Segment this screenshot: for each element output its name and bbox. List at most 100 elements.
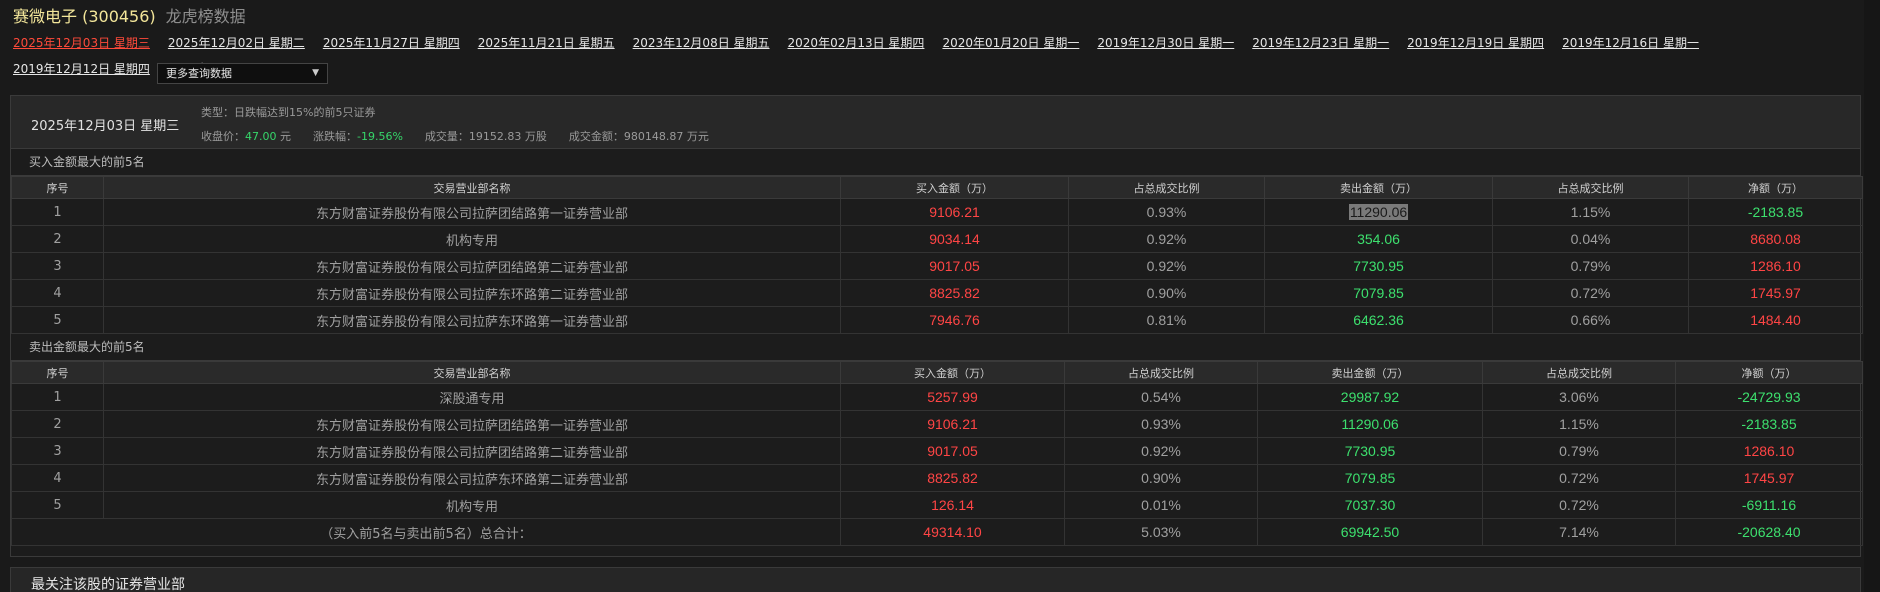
trade-info-header: 2025年12月03日 星期三 类型：日跌幅达到15%的前5只证券 收盘价：47… xyxy=(11,96,1860,149)
column-header: 占总成交比例 xyxy=(1064,361,1258,384)
table-cell: 7079.85 xyxy=(1264,279,1493,307)
attention-section: 最关注该股的证券营业部 xyxy=(10,567,1861,592)
column-header: 买入金额（万） xyxy=(840,361,1065,384)
table-cell: 0.92% xyxy=(1068,225,1265,253)
amount: 成交金额：980148.87 万元 xyxy=(568,130,709,143)
table-cell: 8825.82 xyxy=(840,279,1069,307)
scrollbar[interactable] xyxy=(1864,0,1880,592)
table-cell: 0.72% xyxy=(1482,464,1676,492)
info-type: 类型：日跌幅达到15%的前5只证券 xyxy=(201,106,376,119)
table-cell: 东方财富证券股份有限公司拉萨东环路第二证券营业部 xyxy=(103,279,841,307)
column-header: 净额（万） xyxy=(1688,176,1863,199)
close-price: 收盘价：47.00 元 xyxy=(201,130,291,143)
date-link[interactable]: 2025年11月21日 星期五 xyxy=(478,36,615,50)
table-cell: 1.15% xyxy=(1482,410,1676,438)
table-cell: 11290.06 xyxy=(1257,410,1483,438)
table-cell: 8825.82 xyxy=(840,464,1065,492)
column-header: 交易营业部名称 xyxy=(103,176,841,199)
column-header: 交易营业部名称 xyxy=(103,361,841,384)
volume: 成交量：19152.83 万股 xyxy=(424,130,547,143)
table-cell: 0.72% xyxy=(1492,279,1689,307)
table-cell: 0.92% xyxy=(1064,437,1258,465)
table-cell: 9034.14 xyxy=(840,225,1069,253)
table-cell: 0.72% xyxy=(1482,491,1676,519)
table-cell: -20628.40 xyxy=(1675,518,1863,546)
buy-table: 序号 交易营业部名称 买入金额（万） 占总成交比例 卖出金额（万） 占总成交比例 净额（万）… xyxy=(11,176,1863,334)
more-query-select[interactable]: 更多查询数据 ▼ xyxy=(157,63,328,84)
table-cell: 0.92% xyxy=(1068,252,1265,280)
table-cell: 5 xyxy=(11,306,104,334)
column-header: 占总成交比例 xyxy=(1068,176,1265,199)
table-cell: 5 xyxy=(11,491,104,519)
date-link[interactable]: 2020年01月20日 星期一 xyxy=(942,36,1079,50)
date-link[interactable]: 2019年12月30日 星期一 xyxy=(1097,36,1234,50)
table-cell: 7730.95 xyxy=(1257,437,1483,465)
table-cell: 1745.97 xyxy=(1688,279,1863,307)
table-cell: 东方财富证券股份有限公司拉萨团结路第一证券营业部 xyxy=(103,410,841,438)
date-link[interactable]: 2019年12月23日 星期一 xyxy=(1252,36,1389,50)
table-cell: 29987.92 xyxy=(1257,383,1483,411)
table-cell: 126.14 xyxy=(840,491,1065,519)
table-cell: 1.15% xyxy=(1492,198,1689,226)
table-cell: 5.03% xyxy=(1064,518,1258,546)
chevron-down-icon: ▼ xyxy=(312,68,319,78)
table-cell: 9017.05 xyxy=(840,252,1069,280)
table-cell: 0.54% xyxy=(1064,383,1258,411)
table-cell: 7.14% xyxy=(1482,518,1676,546)
table-cell: 0.93% xyxy=(1068,198,1265,226)
date-link[interactable]: 2025年12月03日 星期三 xyxy=(13,36,150,50)
total-row: （买入前5名与卖出前5名）总合计： 49314.10 5.03% 69942.50 7.… xyxy=(11,518,1863,546)
attention-title: 最关注该股的证券营业部 xyxy=(31,577,185,592)
stock-name: 赛微电子 (300456) xyxy=(13,7,156,26)
date-link[interactable]: 2025年12月02日 星期二 xyxy=(168,36,305,50)
table-cell: 东方财富证券股份有限公司拉萨团结路第二证券营业部 xyxy=(103,437,841,465)
table-cell: -24729.93 xyxy=(1675,383,1863,411)
table-row: 1 东方财富证券股份有限公司拉萨团结路第一证券营业部 9106.21 0.93% 112… xyxy=(11,198,1863,226)
date-link[interactable]: 2019年12月12日 星期四 xyxy=(13,62,150,76)
table-cell: 5257.99 xyxy=(840,383,1065,411)
table-cell: 3.06% xyxy=(1482,383,1676,411)
selected-text: 11290.06 xyxy=(1348,204,1409,220)
change-pct: 涨跌幅：-19.56% xyxy=(313,130,403,143)
table-row: 1 深股通专用 5257.99 0.54% 29987.92 3.06% -24729.93 xyxy=(11,383,1863,411)
table-cell: 机构专用 xyxy=(103,225,841,253)
column-header: 序号 xyxy=(11,176,104,199)
date-link[interactable]: 2020年02月13日 星期四 xyxy=(788,36,925,50)
sell-section-title: 卖出金额最大的前5名 xyxy=(11,334,1860,361)
buy-section-title: 买入金额最大的前5名 xyxy=(11,149,1860,176)
table-cell: 0.66% xyxy=(1492,306,1689,334)
table-row: 2 东方财富证券股份有限公司拉萨团结路第一证券营业部 9106.21 0.93% 112… xyxy=(11,410,1863,438)
table-cell: 1 xyxy=(11,383,104,411)
column-header: 占总成交比例 xyxy=(1482,361,1676,384)
table-cell: 深股通专用 xyxy=(103,383,841,411)
date-link[interactable]: 2019年12月19日 星期四 xyxy=(1407,36,1544,50)
table-cell: 9106.21 xyxy=(840,410,1065,438)
date-link[interactable]: 2023年12月08日 星期五 xyxy=(633,36,770,50)
column-header: 买入金额（万） xyxy=(840,176,1069,199)
billboard-panel: 2025年12月03日 星期三 类型：日跌幅达到15%的前5只证券 收盘价：47… xyxy=(10,95,1863,557)
table-cell: 7946.76 xyxy=(840,306,1069,334)
table-cell: -2183.85 xyxy=(1688,198,1863,226)
table-cell: 东方财富证券股份有限公司拉萨东环路第一证券营业部 xyxy=(103,306,841,334)
table-cell: -6911.16 xyxy=(1675,491,1863,519)
table-row: 2 机构专用 9034.14 0.92% 354.06 0.04% 8680.08 xyxy=(11,225,1863,253)
table-cell: 11290.06 xyxy=(1264,198,1493,226)
table-row: 5 机构专用 126.14 0.01% 7037.30 0.72% -6911.16 xyxy=(11,491,1863,519)
table-row: 3 东方财富证券股份有限公司拉萨团结路第二证券营业部 9017.05 0.92% 773… xyxy=(11,437,1863,465)
table-cell: -2183.85 xyxy=(1675,410,1863,438)
table-cell: 49314.10 xyxy=(840,518,1065,546)
info-stats: 收盘价：47.00 元 涨跌幅：-19.56% 成交量：19152.83 万股 … xyxy=(201,128,731,144)
table-cell: 4 xyxy=(11,279,104,307)
table-cell: 7079.85 xyxy=(1257,464,1483,492)
table-cell: 7037.30 xyxy=(1257,491,1483,519)
table-cell: 0.81% xyxy=(1068,306,1265,334)
table-cell: 7730.95 xyxy=(1264,252,1493,280)
table-cell: 6462.36 xyxy=(1264,306,1493,334)
title-row: 赛微电子 (300456) 龙虎榜数据 xyxy=(13,2,246,28)
date-link[interactable]: 2019年12月16日 星期一 xyxy=(1562,36,1699,50)
column-header: 卖出金额（万） xyxy=(1257,361,1483,384)
table-row: 3 东方财富证券股份有限公司拉萨团结路第二证券营业部 9017.05 0.92% 773… xyxy=(11,252,1863,280)
table-cell: 69942.50 xyxy=(1257,518,1483,546)
date-link[interactable]: 2025年11月27日 星期四 xyxy=(323,36,460,50)
table-cell: 东方财富证券股份有限公司拉萨团结路第二证券营业部 xyxy=(103,252,841,280)
